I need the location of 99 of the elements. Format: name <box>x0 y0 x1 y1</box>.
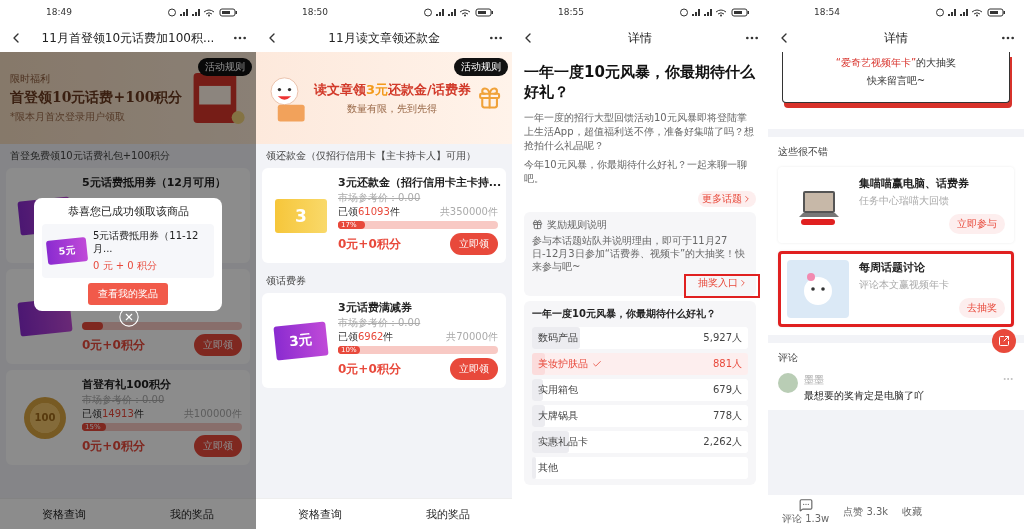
share-button[interactable] <box>992 329 1016 353</box>
section-heading: 领还款金（仅招行信用卡【主卡持卡人】可用） <box>265 149 477 163</box>
section-heading: 领话费券 <box>265 274 307 288</box>
footer-tab[interactable]: 资格查询 <box>0 500 128 528</box>
reference-price: 市场参考价：0.00 <box>338 191 421 205</box>
join-button[interactable]: 去抽奖 <box>959 298 1005 318</box>
poll-option[interactable]: 其他 <box>532 457 748 479</box>
comment-icon <box>798 498 813 512</box>
total-count: 共70000件 <box>446 330 498 344</box>
reward-text: 参与本话题站队并说明理由，即可于11月27日-12月3日参加“话费券、视频卡”的大抽奖！快来参与吧~ <box>532 234 747 273</box>
option-label: 美妆护肤品 <box>538 357 588 371</box>
action-button[interactable]: 评论 1.3w <box>782 498 830 526</box>
section-heading: 首登免费领10元话费礼包+100积分 <box>9 149 172 163</box>
option-label: 实用箱包 <box>538 383 578 397</box>
claimed-count: 已领14913件 <box>82 407 144 421</box>
comment-text: 最想要的奖肯定是电脑了吖 <box>804 389 925 402</box>
vote-count: 679人 <box>712 383 742 397</box>
price: 0元+0积分 <box>338 360 401 378</box>
lottery-link[interactable]: 抽奖入口 <box>698 276 748 290</box>
view-prizes-button[interactable]: 查看我的奖品 <box>88 283 168 305</box>
status-time: 18:49 <box>46 7 72 17</box>
avatar <box>778 373 798 393</box>
chevron-icon <box>738 278 748 288</box>
recommendation-subtitle: 任务中心瑞喵大回馈 <box>859 194 950 208</box>
coupon-ticket-drawing: 5元 <box>45 237 89 265</box>
chevron-icon <box>742 194 752 204</box>
price: 0元+0积分 <box>338 235 401 253</box>
reference-price: 市场参考价：0.00 <box>338 316 421 330</box>
option-label: 实惠礼品卡 <box>538 435 588 449</box>
coupon-title: 5元话费抵用券（12月可用） <box>82 175 226 190</box>
poll-option[interactable]: 实惠礼品卡 2,262人 <box>532 431 748 453</box>
topic-heading: 一年一度10元风暴，你最期待什么好礼？ <box>524 62 756 102</box>
option-label: 大牌锅具 <box>538 409 578 423</box>
status-time: 18:54 <box>814 7 840 17</box>
signal-battery-icon <box>936 7 1006 17</box>
status-time: 18:50 <box>302 7 328 17</box>
total-count: 共350000件 <box>439 205 498 219</box>
page-title: 11月读文章领还款金 <box>327 29 441 47</box>
signal-battery-icon <box>680 7 750 17</box>
coupon-title: 3元话费满减券 <box>338 300 412 315</box>
price: 0元+0积分 <box>82 437 145 455</box>
rules-button[interactable]: 活动规则 <box>454 58 508 76</box>
banner-headline: 读文章领3元还款金/话费券 <box>314 80 471 99</box>
vote-count: 5,927人 <box>703 331 742 345</box>
more-topics-link[interactable]: 更多话题 <box>698 191 756 207</box>
section-heading: 这些很不错 <box>778 145 829 159</box>
poll-option[interactable]: 大牌锅具 778人 <box>532 405 748 427</box>
vote-count: 2,262人 <box>703 435 742 449</box>
prize-name: 5元话费抵用券（11-12月... <box>93 229 200 255</box>
banner-eyebrow: 限时福利 <box>10 72 50 86</box>
claim-button[interactable]: 立即领 <box>450 358 498 380</box>
page-title: 11月首登领10元话费加100积... <box>40 29 216 47</box>
recommendation-subtitle: 评论本文赢视频年卡 <box>859 278 950 292</box>
recommendation-title: 集喵喵赢电脑、话费券 <box>859 176 970 191</box>
coupon-ticket-drawing: 3元 <box>273 320 329 361</box>
coupon-ticket-drawing: 3 <box>275 198 327 233</box>
prize-cta: 快来留言吧~ <box>866 74 926 88</box>
reward-title: 奖励规则说明 <box>547 218 607 231</box>
page-title: 详情 <box>883 29 909 47</box>
footer-tab[interactable]: 我的奖品 <box>128 500 256 528</box>
vote-count: 778人 <box>712 409 742 423</box>
topic-paragraph: 今年10元风暴，你最期待什么好礼？一起来聊一聊吧。 <box>524 158 748 186</box>
status-time: 18:55 <box>558 7 584 17</box>
join-button[interactable]: 立即参与 <box>949 214 1005 234</box>
option-label: 其他 <box>538 461 558 475</box>
recommendation-title: 每周话题讨论 <box>859 260 926 275</box>
coupon-title: 3元还款金（招行信用卡主卡持... <box>338 175 502 190</box>
claimed-count: 已领6962件 <box>338 330 394 344</box>
gift-icon <box>532 219 543 230</box>
vote-count: 881人 <box>712 357 742 371</box>
check-icon <box>592 359 602 369</box>
comment-user: 墨墨 <box>804 373 825 387</box>
section-heading: 评论 <box>778 351 799 365</box>
option-label: 数码产品 <box>538 331 578 345</box>
topic-paragraph: 一年一度的招行大型回馈活动10元风暴即将登陆掌上生活App，超值福利送不停，准备好集喵了吗？想抢拍什么礼品呢？ <box>524 111 755 153</box>
claim-button[interactable]: 立即领 <box>450 233 498 255</box>
claimed-count: 已领61093件 <box>338 205 400 219</box>
prize-price: 0 元 + 0 积分 <box>93 259 158 273</box>
banner-headline: 首登领10元话费+100积分 <box>10 89 183 107</box>
banner-note: 数量有限，先到先得 <box>347 101 438 116</box>
signal-battery-icon <box>168 7 238 17</box>
poll-option[interactable]: 美妆护肤品 881人 <box>532 353 748 375</box>
poll-option[interactable]: 实用箱包 679人 <box>532 379 748 401</box>
recommendation-card[interactable]: 集喵喵赢电脑、话费券 任务中心瑞喵大回馈 立即参与 <box>778 167 1014 243</box>
signal-battery-icon <box>424 7 494 17</box>
action-button[interactable]: 点赞 3.3k <box>843 505 889 519</box>
poll-option[interactable]: 数码产品 5,927人 <box>532 327 748 349</box>
footer-tab[interactable]: 资格查询 <box>256 500 384 528</box>
action-button[interactable]: 收藏 <box>902 505 923 519</box>
price: 0元+0积分 <box>82 336 145 354</box>
page-title: 详情 <box>627 29 653 47</box>
rules-button[interactable]: 活动规则 <box>198 58 252 76</box>
share-icon <box>998 335 1010 347</box>
dialog-title: 恭喜您已成功领取该商品 <box>67 204 189 219</box>
footer-tab[interactable]: 我的奖品 <box>384 500 512 528</box>
prize-text: “爱奇艺视频年卡”的大抽奖 <box>835 56 957 70</box>
coupon-title: 首登有礼100积分 <box>82 377 171 392</box>
poll-question: 一年一度10元风暴，你最期待什么好礼？ <box>532 307 717 321</box>
recommendation-card[interactable]: 每周话题讨论 评论本文赢视频年卡 去抽奖 <box>778 251 1014 327</box>
